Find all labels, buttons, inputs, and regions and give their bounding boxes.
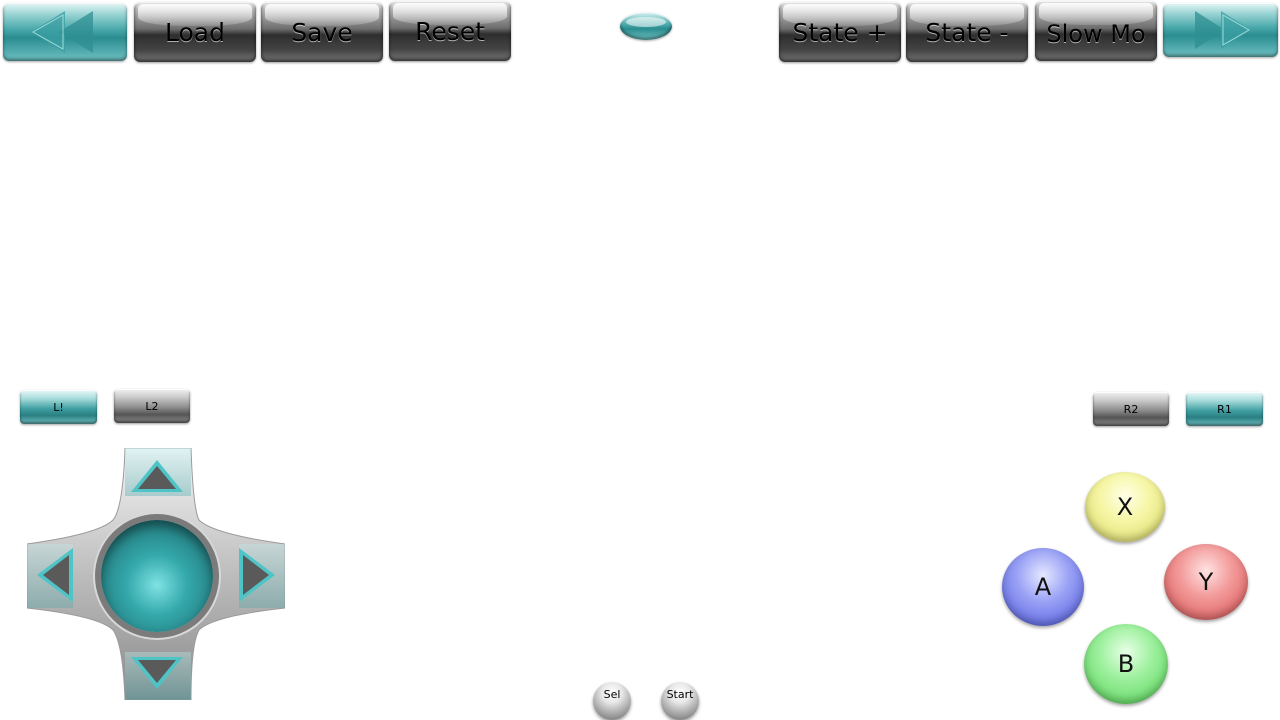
select-label: Sel	[603, 688, 621, 701]
load-label: Load	[165, 17, 225, 47]
state-minus-label: State -	[925, 17, 1009, 47]
slow-mo-button[interactable]: Slow Mo	[1035, 1, 1157, 61]
x-button[interactable]: X	[1085, 472, 1165, 542]
arrow-up-icon[interactable]	[127, 456, 187, 496]
start-label: Start	[666, 688, 694, 701]
x-label: X	[1116, 493, 1134, 521]
fast-forward-icon	[1195, 11, 1251, 49]
dpad[interactable]	[26, 447, 286, 701]
reset-button[interactable]: Reset	[389, 1, 511, 61]
state-plus-label: State +	[792, 17, 888, 47]
r2-button[interactable]: R2	[1093, 392, 1169, 426]
state-minus-button[interactable]: State -	[906, 2, 1028, 62]
fast-forward-button[interactable]	[1163, 3, 1278, 57]
r2-label: R2	[1123, 402, 1139, 416]
menu-toggle-icon	[626, 17, 666, 27]
r1-button[interactable]: R1	[1186, 392, 1263, 426]
a-button[interactable]: A	[1002, 548, 1084, 626]
y-button[interactable]: Y	[1164, 544, 1248, 620]
l1-label: L!	[53, 400, 64, 414]
arrow-right-icon[interactable]	[235, 544, 279, 606]
r1-label: R1	[1217, 402, 1232, 416]
l1-button[interactable]: L!	[20, 390, 97, 424]
a-label: A	[1034, 573, 1052, 601]
l2-button[interactable]: L2	[114, 389, 190, 423]
rewind-button[interactable]	[3, 3, 127, 61]
l2-label: L2	[145, 399, 159, 413]
save-label: Save	[291, 17, 353, 47]
b-label: B	[1117, 650, 1135, 678]
y-label: Y	[1198, 568, 1214, 596]
state-plus-button[interactable]: State +	[779, 2, 901, 62]
reset-label: Reset	[415, 16, 485, 46]
save-button[interactable]: Save	[261, 2, 383, 62]
arrow-down-icon[interactable]	[127, 653, 187, 693]
slow-mo-label: Slow Mo	[1046, 20, 1146, 48]
b-button[interactable]: B	[1084, 624, 1168, 704]
load-button[interactable]: Load	[134, 2, 256, 62]
dpad-center-icon[interactable]	[101, 520, 213, 632]
start-button[interactable]: Start	[661, 682, 699, 720]
menu-toggle-button[interactable]	[620, 12, 672, 40]
rewind-icon	[31, 11, 93, 53]
arrow-left-icon[interactable]	[33, 544, 77, 606]
select-button[interactable]: Sel	[593, 682, 631, 720]
